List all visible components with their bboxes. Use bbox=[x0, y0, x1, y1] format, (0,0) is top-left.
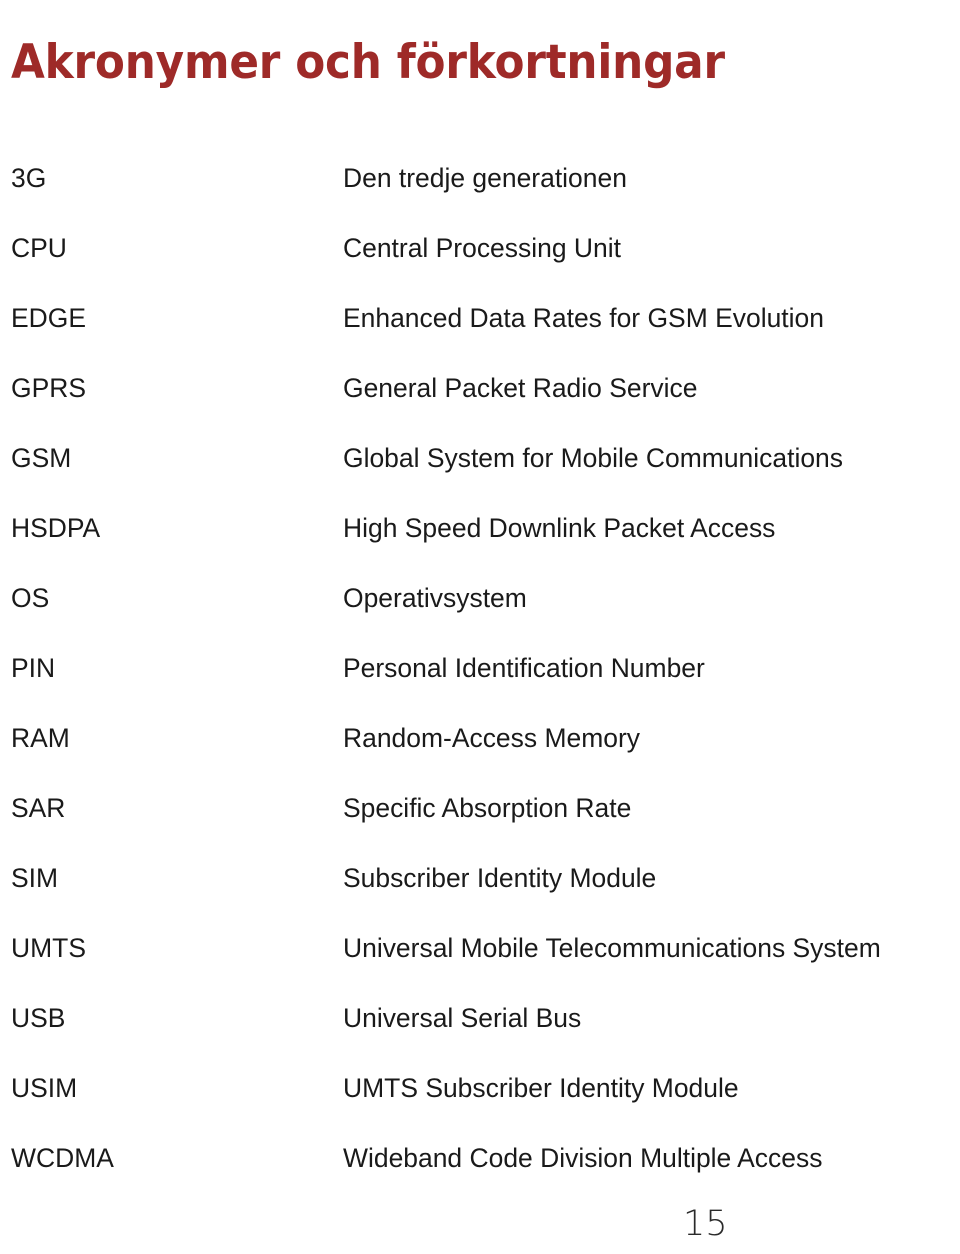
acronym-definition: Personal Identification Number bbox=[343, 653, 705, 683]
acronym-definition: Enhanced Data Rates for GSM Evolution bbox=[343, 303, 824, 333]
glossary-row: SAR Specific Absorption Rate bbox=[0, 790, 960, 860]
acronym-term: CPU bbox=[11, 233, 67, 263]
glossary-row: USB Universal Serial Bus bbox=[0, 1000, 960, 1070]
acronym-definition: High Speed Downlink Packet Access bbox=[343, 513, 776, 543]
acronym-term: EDGE bbox=[11, 303, 87, 333]
glossary-row: WCDMA Wideband Code Division Multiple Acc… bbox=[0, 1140, 960, 1210]
acronym-term: SAR bbox=[11, 793, 66, 823]
acronym-term: USIM bbox=[11, 1073, 78, 1103]
page-title: Akronymer och förkortningar bbox=[11, 35, 725, 91]
acronym-term: RAM bbox=[11, 723, 70, 753]
acronym-definition: Den tredje generationen bbox=[343, 163, 627, 193]
acronym-term: PIN bbox=[11, 653, 56, 683]
glossary-row: SIM Subscriber Identity Module bbox=[0, 860, 960, 930]
glossary-row: 3G Den tredje generationen bbox=[0, 160, 960, 230]
glossary-row: OS Operativsystem bbox=[0, 580, 960, 650]
acronym-definition: Universal Serial Bus bbox=[343, 1003, 582, 1033]
acronym-term: SIM bbox=[11, 863, 59, 893]
document-page: Akronymer och förkortningar 3G Den tredje… bbox=[0, 0, 960, 1254]
glossary-row: CPU Central Processing Unit bbox=[0, 230, 960, 300]
acronym-definition: UMTS Subscriber Identity Module bbox=[343, 1073, 739, 1103]
glossary-row: RAM Random-Access Memory bbox=[0, 720, 960, 790]
acronym-definition: Random-Access Memory bbox=[343, 723, 641, 753]
acronym-term: HSDPA bbox=[11, 513, 101, 543]
glossary-list: 3G Den tredje generationen CPU Central Proc… bbox=[0, 160, 960, 1210]
acronym-definition: Wideband Code Division Multiple Access bbox=[343, 1143, 823, 1173]
glossary-row: UMTS Universal Mobile Telecommunications … bbox=[0, 930, 960, 1000]
glossary-row: GPRS General Packet Radio Service bbox=[0, 370, 960, 440]
page-number: 15 bbox=[683, 1204, 728, 1244]
acronym-definition: Global System for Mobile Communications bbox=[343, 443, 843, 473]
acronym-term: OS bbox=[11, 583, 50, 613]
acronym-definition: Central Processing Unit bbox=[343, 233, 621, 263]
acronym-definition: Universal Mobile Telecommunications Syst… bbox=[343, 933, 881, 963]
acronym-term: GSM bbox=[11, 443, 72, 473]
acronym-term: USB bbox=[11, 1003, 66, 1033]
glossary-row: EDGE Enhanced Data Rates for GSM Evolutio… bbox=[0, 300, 960, 370]
glossary-row: PIN Personal Identification Number bbox=[0, 650, 960, 720]
glossary-row: USIM UMTS Subscriber Identity Module bbox=[0, 1070, 960, 1140]
glossary-row: HSDPA High Speed Downlink Packet Access bbox=[0, 510, 960, 580]
acronym-definition: General Packet Radio Service bbox=[343, 373, 698, 403]
glossary-row: GSM Global System for Mobile Communicatio… bbox=[0, 440, 960, 510]
acronym-term: UMTS bbox=[11, 933, 86, 963]
acronym-definition: Operativsystem bbox=[343, 583, 527, 613]
acronym-definition: Subscriber Identity Module bbox=[343, 863, 657, 893]
acronym-term: WCDMA bbox=[11, 1143, 114, 1173]
acronym-term: 3G bbox=[11, 163, 47, 193]
acronym-definition: Specific Absorption Rate bbox=[343, 793, 632, 823]
acronym-term: GPRS bbox=[11, 373, 87, 403]
